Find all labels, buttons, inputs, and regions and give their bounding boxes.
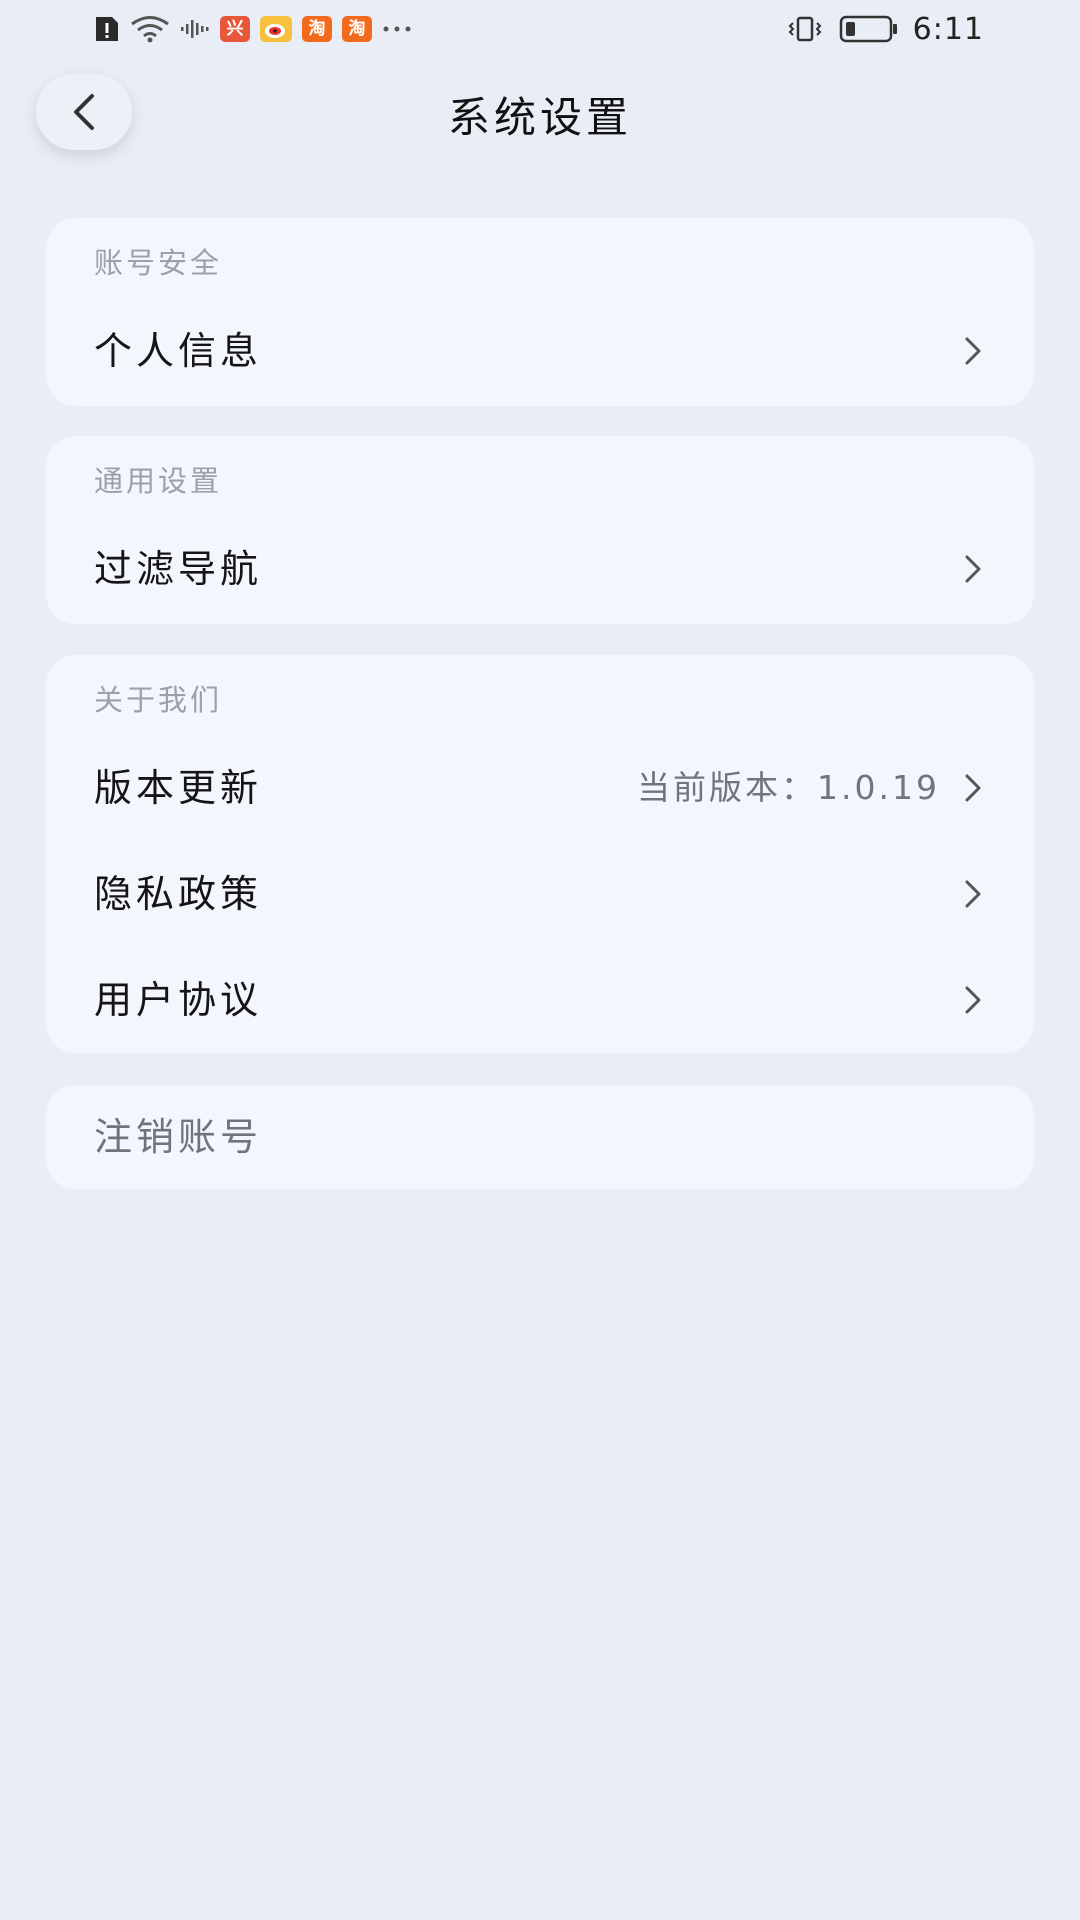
taobao-icon-2: 淘	[342, 16, 372, 42]
chevron-right-icon	[965, 555, 981, 583]
delete-account-label: 注销账号	[94, 1115, 263, 1159]
chevron-right-icon	[965, 986, 981, 1014]
version-update-row[interactable]: 版本更新 当前版本：1.0.19	[46, 745, 1034, 831]
chevron-right-icon	[965, 880, 981, 908]
status-time: 6:11	[912, 11, 984, 47]
section-header-general-settings: 通用设置	[94, 464, 223, 498]
delete-account-row[interactable]: 注销账号	[46, 1094, 1034, 1180]
current-version-value: 当前版本：1.0.19	[637, 768, 940, 807]
user-agreement-row[interactable]: 用户协议	[46, 957, 1034, 1043]
vibrate-icon	[785, 15, 825, 43]
row-label: 用户协议	[94, 978, 263, 1022]
row-label: 个人信息	[94, 329, 263, 373]
more-dots-icon	[382, 24, 412, 34]
alert-icon	[94, 15, 120, 43]
row-label: 过滤导航	[94, 547, 263, 591]
account-security-card: 账号安全 个人信息	[46, 218, 1034, 406]
delete-account-card: 注销账号	[46, 1085, 1034, 1189]
row-label: 版本更新	[94, 766, 263, 810]
taobao-icon-1: 淘	[302, 16, 332, 42]
chevron-right-icon	[965, 337, 981, 365]
about-us-card: 关于我们 版本更新 当前版本：1.0.19 隐私政策 用户协议	[46, 655, 1034, 1053]
weibo-icon	[260, 16, 292, 42]
row-label: 隐私政策	[94, 872, 263, 916]
status-right-icons: 6:11	[785, 11, 984, 47]
privacy-policy-row[interactable]: 隐私政策	[46, 851, 1034, 937]
chevron-right-icon	[965, 774, 981, 802]
wifi-icon	[130, 15, 170, 43]
page-title: 系统设置	[447, 93, 632, 142]
status-bar: 兴 淘 淘 6:11	[0, 0, 1080, 58]
section-header-account-security: 账号安全	[94, 246, 223, 280]
section-header-about-us: 关于我们	[94, 683, 223, 717]
status-left-icons: 兴 淘 淘	[94, 12, 412, 46]
personal-info-row[interactable]: 个人信息	[46, 308, 1034, 394]
audio-wave-icon	[180, 17, 210, 41]
filter-navigation-row[interactable]: 过滤导航	[46, 526, 1034, 612]
general-settings-card: 通用设置 过滤导航	[46, 436, 1034, 624]
app-icon-1: 兴	[220, 16, 250, 42]
battery-icon	[839, 14, 899, 44]
